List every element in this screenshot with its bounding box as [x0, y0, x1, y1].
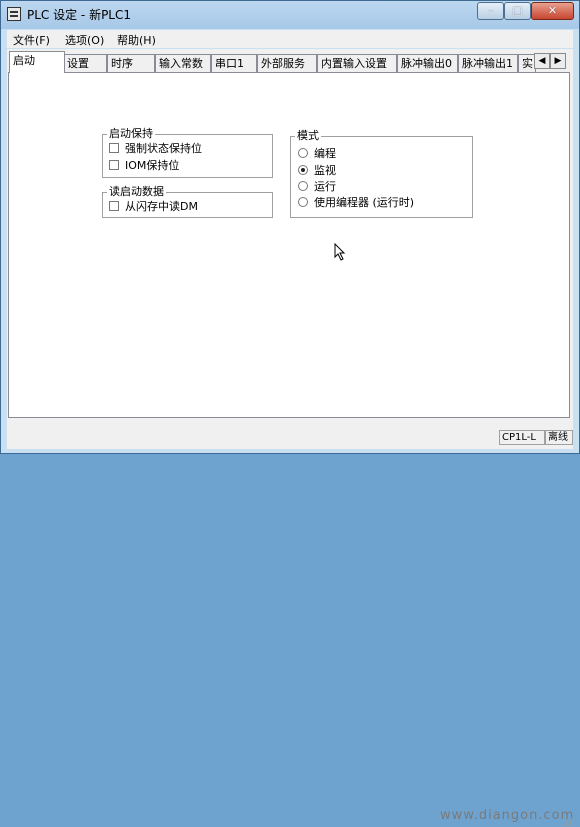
force-status-hold-label: 强制状态保持位 — [125, 142, 202, 155]
force-status-hold-checkbox[interactable]: 强制状态保持位 — [109, 142, 202, 156]
tab-startup[interactable]: 启动 — [9, 51, 65, 73]
tab-serial-port1[interactable]: 串口1 — [211, 54, 257, 73]
tab-strip: 启动 设置 时序 输入常数 串口1 外部服务 内置输入设置 脉冲输出0 脉冲输出… — [7, 49, 573, 73]
mouse-cursor-icon — [334, 243, 346, 261]
checkbox-box — [109, 160, 119, 170]
tab-timing[interactable]: 时序 — [107, 54, 155, 73]
mode-run-label: 运行 — [314, 180, 336, 193]
radio-circle — [298, 197, 308, 207]
checkbox-box — [109, 201, 119, 211]
mode-monitor-label: 监视 — [314, 164, 336, 177]
status-connection: 离线 — [545, 430, 573, 445]
startup-hold-title: 启动保持 — [107, 127, 155, 141]
menu-help[interactable]: 帮助(H) — [117, 32, 156, 48]
minimize-button[interactable]: – — [477, 2, 504, 20]
startup-hold-group: 启动保持 强制状态保持位 IOM保持位 — [102, 127, 273, 178]
close-icon: ✕ — [547, 4, 558, 17]
menu-options[interactable]: 选项(O) — [65, 32, 104, 48]
read-dm-from-flash-checkbox[interactable]: 从闪存中读DM — [109, 200, 198, 214]
tab-pulse-output0[interactable]: 脉冲输出0 — [397, 54, 458, 73]
startup-read-group: 读启动数据 从闪存中读DM — [102, 185, 273, 218]
resize-grip-icon[interactable] — [563, 817, 573, 827]
status-plc-model: CP1L-L — [499, 430, 545, 445]
tab-scroll-right-button[interactable]: ▶ — [550, 53, 566, 69]
radio-circle-selected — [298, 165, 308, 175]
tab-settings[interactable]: 设置 — [63, 54, 107, 73]
minimize-icon: – — [487, 4, 494, 17]
plc-settings-window: PLC 设定 - 新PLC1 – □ ✕ 文件(F) 选项(O) 帮助(H) 启… — [0, 0, 580, 827]
mode-programmer-label: 使用编程器 (运行时) — [314, 196, 415, 209]
arrow-right-icon: ▶ — [554, 56, 562, 66]
watermark: www.diangon.com — [440, 808, 575, 823]
status-bar: www.diangon.com CP1L-L 离线 — [7, 427, 573, 827]
mode-run-radio[interactable]: 运行 — [298, 180, 336, 194]
mode-programmer-radio[interactable]: 使用编程器 (运行时) — [298, 196, 414, 210]
mode-title: 模式 — [295, 129, 321, 143]
tab-scroll: ◀ ▶ — [534, 53, 567, 70]
tab-external-service[interactable]: 外部服务 — [257, 54, 317, 73]
radio-circle — [298, 181, 308, 191]
title-bar[interactable]: PLC 设定 - 新PLC1 – □ ✕ — [1, 1, 579, 29]
mode-monitor-radio[interactable]: 监视 — [298, 164, 336, 178]
app-icon — [7, 7, 21, 21]
menu-file[interactable]: 文件(F) — [13, 32, 50, 48]
mode-program-label: 编程 — [314, 147, 336, 160]
tab-builtin-input[interactable]: 内置输入设置 — [317, 54, 397, 73]
tab-scroll-left-button[interactable]: ◀ — [534, 53, 550, 69]
arrow-left-icon: ◀ — [538, 56, 546, 66]
tab-pulse-output1[interactable]: 脉冲输出1 — [458, 54, 518, 73]
maximize-icon: □ — [512, 4, 523, 17]
window-title: PLC 设定 - 新PLC1 — [27, 8, 132, 22]
mode-group: 模式 编程 监视 运行 使用编程器 (运行时) — [290, 129, 473, 218]
iom-hold-checkbox[interactable]: IOM保持位 — [109, 159, 179, 173]
menu-bar: 文件(F) 选项(O) 帮助(H) — [7, 30, 573, 48]
close-button[interactable]: ✕ — [531, 2, 574, 20]
startup-panel: 启动保持 强制状态保持位 IOM保持位 读启动数据 从闪存中读DM 模式 编程 — [8, 72, 570, 418]
startup-read-title: 读启动数据 — [107, 185, 166, 199]
iom-hold-label: IOM保持位 — [125, 159, 180, 172]
read-dm-from-flash-label: 从闪存中读DM — [125, 200, 198, 213]
tab-input-constants[interactable]: 输入常数 — [155, 54, 211, 73]
radio-circle — [298, 148, 308, 158]
checkbox-box — [109, 143, 119, 153]
maximize-button[interactable]: □ — [504, 2, 531, 20]
client-area: 启动 设置 时序 输入常数 串口1 外部服务 内置输入设置 脉冲输出0 脉冲输出… — [7, 49, 573, 827]
mode-program-radio[interactable]: 编程 — [298, 147, 336, 161]
